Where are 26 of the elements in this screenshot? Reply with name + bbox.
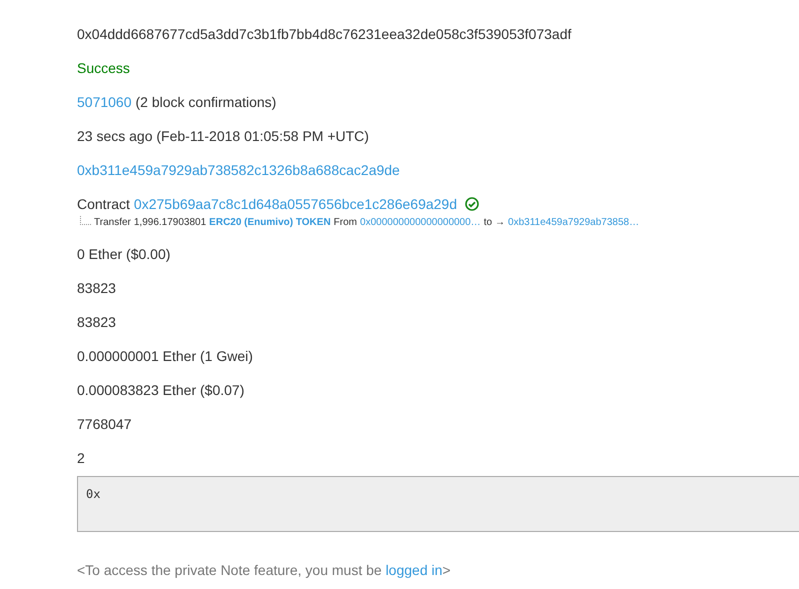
detail-text: 0.000000001 Ether (1 Gwei) bbox=[77, 347, 253, 366]
detail-text: 0x04ddd6687677cd5a3dd7c3b1fb7bb4d8c76231eea32de058c3f539053f073adf bbox=[77, 25, 572, 44]
transfer-amount: 1,996.17903801 bbox=[134, 216, 206, 230]
detail-text: 7768047 bbox=[77, 415, 132, 434]
transfer-label: Transfer bbox=[94, 216, 131, 230]
detail-text: 23 secs ago (Feb-11-2018 01:05:58 PM +UTC) bbox=[77, 127, 369, 146]
status-text: Success bbox=[77, 59, 130, 78]
block-link[interactable]: 5071060 bbox=[77, 92, 132, 112]
contract-label: Contract bbox=[77, 195, 130, 214]
detail-text: 83823 bbox=[77, 279, 116, 298]
to-address-link[interactable]: 0xb311e459a7929ab73858… bbox=[508, 216, 640, 230]
token-link[interactable]: ERC20 (Enumivo) TOKEN bbox=[209, 216, 331, 230]
detail-text: 0.000083823 Ether ($0.07) bbox=[77, 381, 244, 400]
address-link[interactable]: 0xb311e459a7929ab738582c1326b8a688cac2a9de bbox=[77, 160, 400, 180]
detail-text: 2 bbox=[77, 449, 85, 468]
input-data-field[interactable]: 0x bbox=[77, 476, 799, 532]
contract-link[interactable]: 0x275b69aa7c8c1d648a0557656bce1c286e69a29d bbox=[134, 194, 458, 214]
confirmations-text: (2 block confirmations) bbox=[136, 93, 276, 112]
detail-text: 0 Ether ($0.00) bbox=[77, 245, 170, 264]
note-text: <To access the private Note feature, you must be logged in> bbox=[77, 561, 452, 580]
to-label: to bbox=[484, 216, 492, 230]
arrow-icon: → bbox=[495, 216, 506, 230]
detail-text: 83823 bbox=[77, 313, 116, 332]
from-label: From bbox=[334, 216, 358, 230]
from-address-link[interactable]: 0x000000000000000000… bbox=[360, 216, 481, 230]
login-link[interactable]: logged in bbox=[386, 562, 442, 578]
